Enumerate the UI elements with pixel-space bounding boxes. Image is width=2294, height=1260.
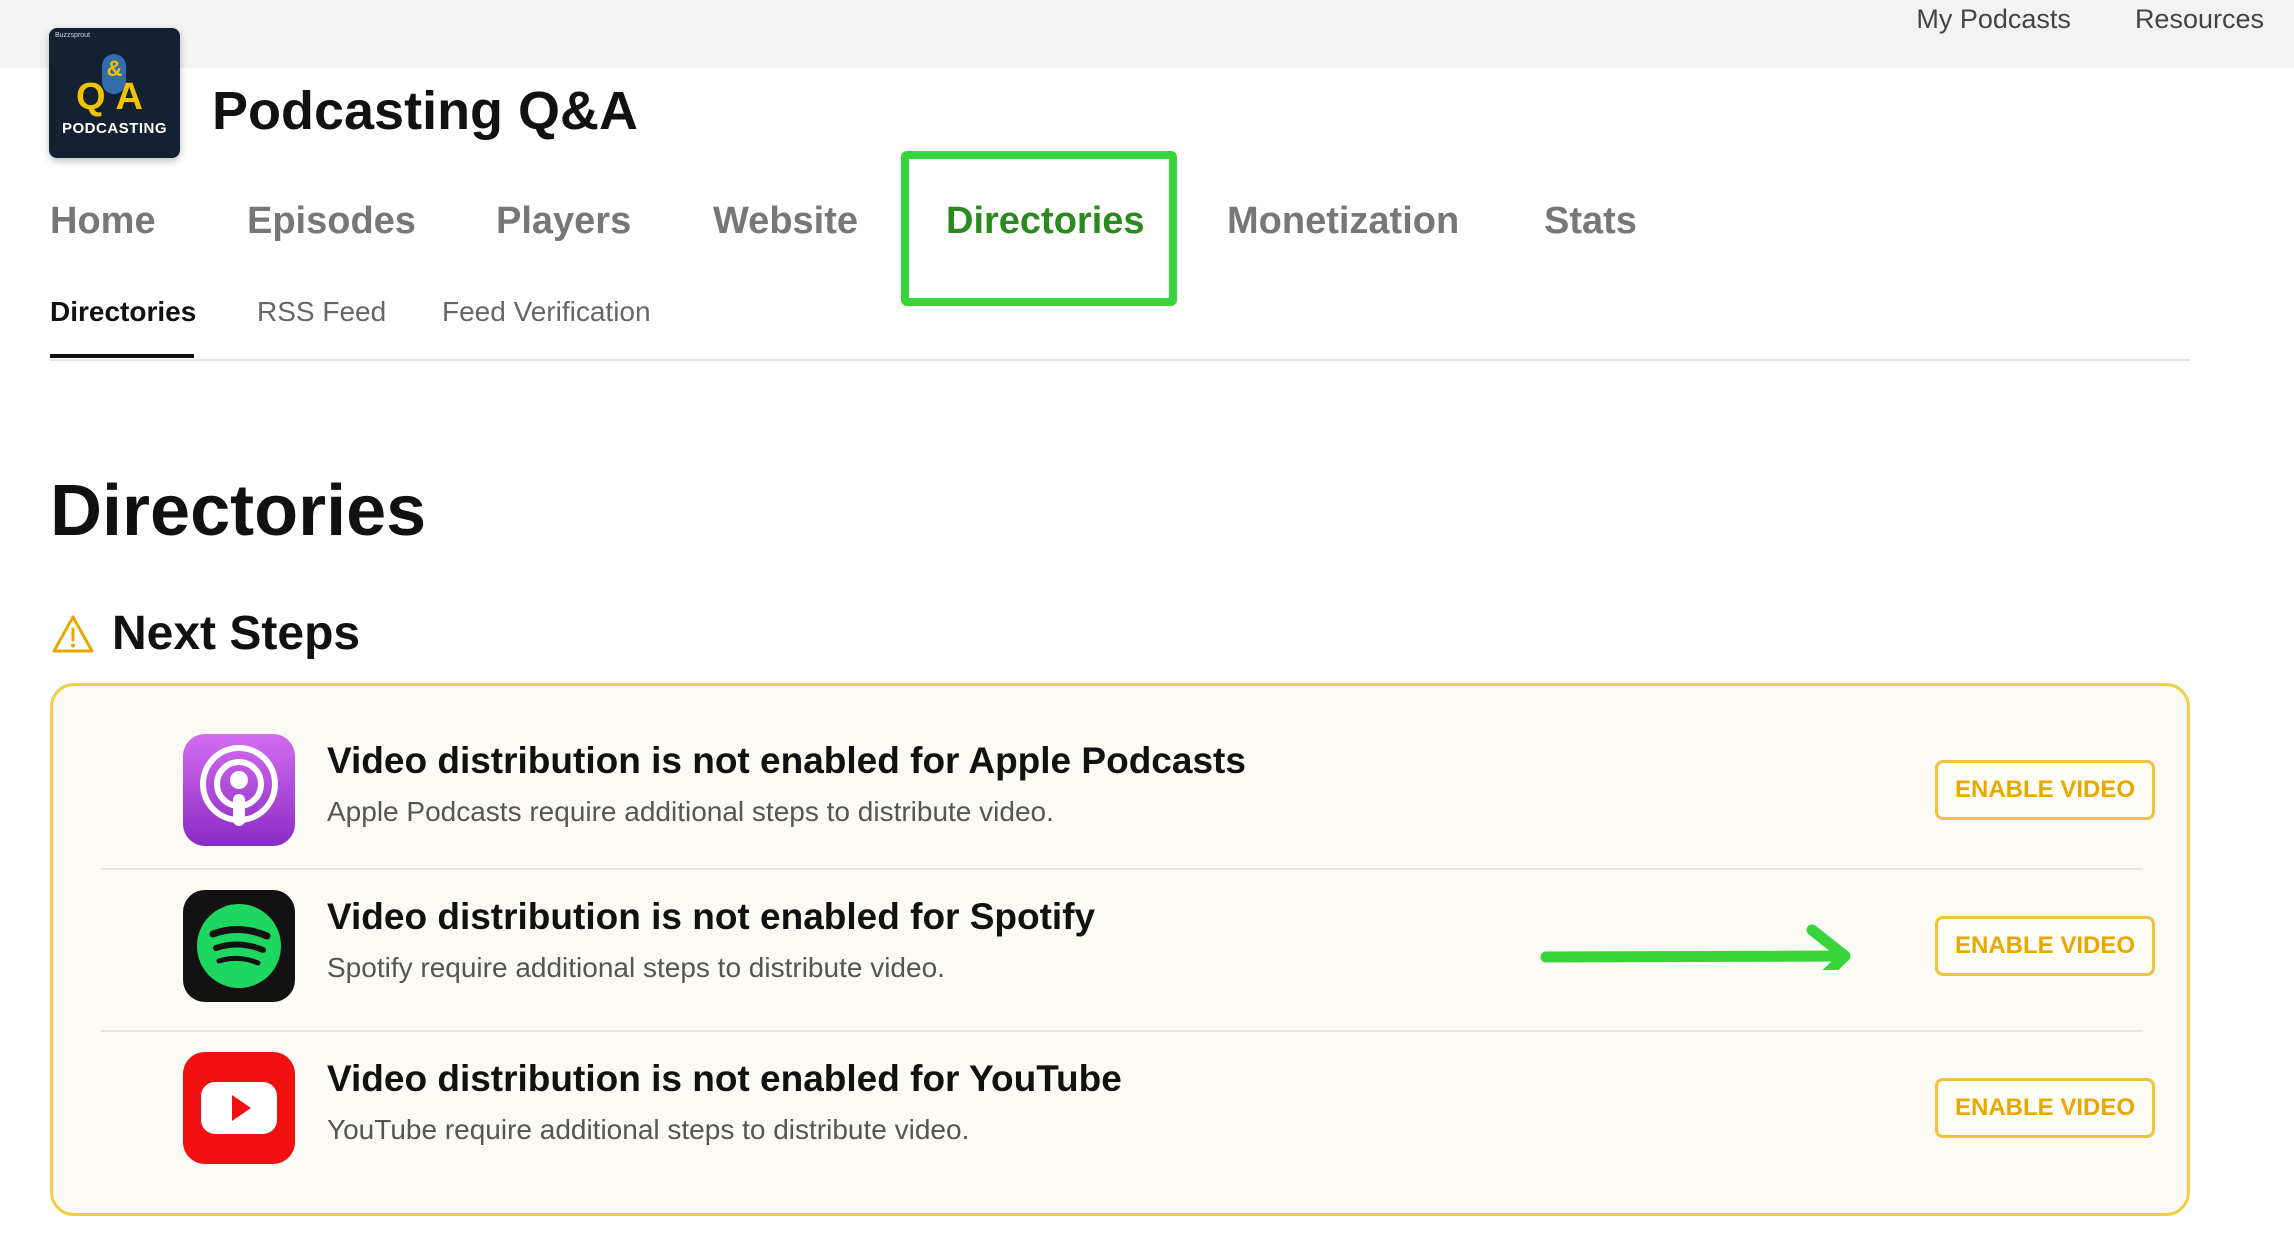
row-description: YouTube require additional steps to dist… (327, 1114, 970, 1145)
logo-brand-text: Buzzsprout (55, 32, 91, 39)
subnav-divider (50, 359, 2190, 361)
tab-monetization[interactable]: Monetization (1227, 200, 1459, 243)
spotify-icon (183, 890, 295, 1002)
subtab-directories[interactable]: Directories (50, 296, 196, 328)
row-description: Apple Podcasts require additional steps … (327, 796, 1054, 827)
top-links: My Podcasts Resources (1916, 4, 2264, 35)
logo-word: PODCASTING (61, 120, 167, 137)
next-steps-panel: Video distribution is not enabled for Ap… (50, 683, 2190, 1216)
resources-link[interactable]: Resources (2135, 4, 2264, 35)
apple-podcasts-icon (183, 734, 295, 846)
list-item: Video distribution is not enabled for Yo… (101, 1030, 2155, 1194)
next-steps-label: Next Steps (112, 607, 361, 660)
annotation-arrow-icon (1540, 924, 1851, 970)
page-title: Directories (50, 471, 427, 551)
warning-icon (52, 615, 94, 652)
active-subtab-underline (50, 354, 194, 358)
tab-home[interactable]: Home (50, 200, 156, 243)
top-bar: My Podcasts Resources (0, 0, 2294, 68)
subtab-feed-verification[interactable]: Feed Verification (442, 296, 651, 328)
enable-video-button-spotify[interactable]: ENABLE VIDEO (1935, 916, 2155, 976)
row-title: Video distribution is not enabled for Sp… (327, 896, 1096, 937)
list-item: Video distribution is not enabled for Ap… (101, 706, 2155, 868)
youtube-icon (183, 1052, 295, 1164)
logo-qa: QA (76, 76, 153, 118)
tab-website[interactable]: Website (713, 200, 858, 243)
podcast-title: Podcasting Q&A (212, 81, 639, 141)
tab-players[interactable]: Players (496, 200, 631, 243)
subtab-rss-feed[interactable]: RSS Feed (257, 296, 386, 328)
enable-video-button-apple[interactable]: ENABLE VIDEO (1935, 760, 2155, 820)
row-title: Video distribution is not enabled for Ap… (327, 740, 1246, 781)
enable-video-button-youtube[interactable]: ENABLE VIDEO (1935, 1078, 2155, 1138)
next-steps-heading: Next Steps (52, 606, 360, 661)
my-podcasts-link[interactable]: My Podcasts (1916, 4, 2071, 35)
tab-episodes[interactable]: Episodes (247, 200, 416, 243)
podcast-logo[interactable]: Buzzsprout & QA PODCASTING (49, 28, 180, 158)
annotation-highlight-box (901, 151, 1177, 306)
row-title: Video distribution is not enabled for Yo… (327, 1058, 1122, 1099)
tab-stats[interactable]: Stats (1544, 200, 1637, 243)
row-description: Spotify require additional steps to dist… (327, 952, 945, 983)
